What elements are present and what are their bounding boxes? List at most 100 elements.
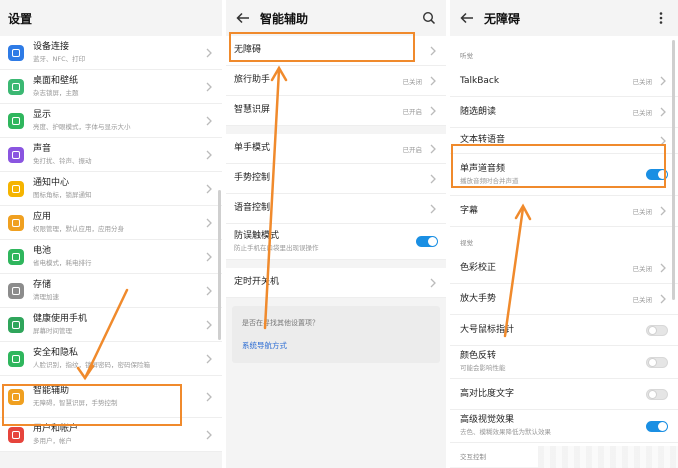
accessibility-header: 无障碍: [450, 0, 678, 36]
status-text: 已关闭: [632, 296, 653, 304]
item-subtitle: 省电模式，耗电排行: [33, 258, 92, 267]
chevron-right-icon: [430, 106, 436, 115]
chevron-right-icon: [660, 206, 666, 216]
chevron-right-icon: [206, 392, 212, 401]
settings-item-security[interactable]: 安全和隐私 人脸识别，指纹，锁屏密码，密码保险箱: [0, 342, 222, 376]
chevron-right-icon: [206, 320, 212, 329]
settings-item-storage[interactable]: 存储 清理加速: [0, 274, 222, 308]
item-subtitle: 无障碍，智慧识屏，手势控制: [33, 398, 118, 407]
text-to-speech-item[interactable]: 文本转语音: [450, 128, 678, 154]
item-title: 文本转语音: [460, 135, 506, 145]
chevron-right-icon: [206, 116, 212, 125]
back-arrow-icon[interactable]: [458, 9, 476, 27]
item-subtitle: 权限管理，默认应用，应用分身: [33, 224, 124, 233]
color-inversion-item[interactable]: 颜色反转 可能会影响性能: [450, 346, 678, 379]
item-title: 用户和帐户: [33, 423, 79, 434]
search-icon[interactable]: [420, 9, 438, 27]
item-title: 智能辅助: [33, 385, 70, 396]
item-subtitle: 清理加速: [33, 292, 59, 301]
status-text: 已开启: [402, 145, 423, 154]
item-title: 防误触模式: [234, 230, 280, 241]
item-title: 应用: [33, 211, 52, 222]
item-title: 电池: [33, 245, 52, 256]
settings-item-wallpaper[interactable]: 桌面和壁纸 杂志锁屏，主题: [0, 70, 222, 104]
item-title: 无障碍: [234, 45, 262, 55]
item-subtitle: 人脸识别，指纹，锁屏密码，密码保险箱: [33, 360, 150, 369]
chevron-right-icon: [430, 278, 436, 287]
system-navigation-link[interactable]: 系统导航方式: [242, 340, 430, 351]
page-title: 设置: [8, 11, 33, 26]
smart-screen-item[interactable]: 智慧识屏 已开启: [226, 96, 446, 126]
advanced-visual-item[interactable]: 高级视觉效果 去色、模糊效果降低为默认效果: [450, 410, 678, 443]
gesture-control-item[interactable]: 手势控制: [226, 164, 446, 194]
status-text: 已开启: [402, 107, 423, 116]
apps-icon: [8, 214, 24, 231]
anti-touch-toggle[interactable]: [416, 236, 438, 247]
chevron-right-icon: [430, 46, 436, 55]
settings-item-battery[interactable]: 电池省电模式，耗电排行: [0, 240, 222, 274]
settings-item-smart-assist[interactable]: 智能辅助无障碍，智慧识屏，手势控制: [0, 376, 222, 418]
select-to-speak-item[interactable]: 随选朗读 已关闭: [450, 97, 678, 128]
magnification-item[interactable]: 放大手势 已关闭: [450, 284, 678, 315]
item-title: 放大手势: [460, 293, 497, 304]
item-title: 随选朗读: [460, 106, 497, 117]
settings-header: 设置: [0, 0, 222, 36]
hourglass-icon: [8, 316, 24, 333]
smart-assist-list-2: 单手模式 已开启 手势控制 语音控制 防误触模式防止手机在口袋里出现误操作: [226, 134, 446, 260]
chevron-right-icon: [660, 107, 666, 117]
item-title: 手势控制: [234, 173, 271, 183]
mono-audio-item[interactable]: 单声道音频 播放音频时合并声道: [450, 154, 678, 196]
page-title: 智能辅助: [260, 11, 309, 26]
advanced-visual-toggle[interactable]: [646, 420, 668, 432]
scrollbar[interactable]: [672, 40, 675, 300]
chevron-right-icon: [206, 82, 212, 91]
item-title: 智慧识屏: [234, 105, 271, 115]
high-contrast-text-item[interactable]: 高对比度文字: [450, 379, 678, 410]
settings-item-sound[interactable]: 声音 免打扰、铃声、振动: [0, 138, 222, 172]
notification-icon: [8, 180, 24, 197]
scrollbar[interactable]: [218, 190, 221, 340]
mono-audio-toggle[interactable]: [646, 169, 668, 180]
item-subtitle: 亮度、护眼模式，字体与显示大小: [33, 122, 131, 131]
large-pointer-item[interactable]: 大号鼠标指针: [450, 315, 678, 346]
item-title: 声音: [33, 143, 52, 154]
talkback-item[interactable]: TalkBack 已关闭: [450, 66, 678, 97]
item-title: 设备连接: [33, 41, 70, 52]
large-pointer-toggle[interactable]: [646, 324, 668, 336]
item-title: 单手模式: [234, 143, 271, 153]
sound-icon: [8, 146, 24, 163]
settings-panel: 设置 设备连接 蓝牙、NFC、打印 桌面和壁纸 杂志锁屏，主题 显示 亮度、护眼模式，…: [0, 0, 222, 468]
travel-assistant-item[interactable]: 旅行助手 已关闭: [226, 66, 446, 96]
accessibility-item[interactable]: 无障碍: [226, 36, 446, 66]
item-title: 存储: [33, 279, 52, 290]
one-hand-mode-item[interactable]: 单手模式 已开启: [226, 134, 446, 164]
settings-item-device-connect[interactable]: 设备连接 蓝牙、NFC、打印: [0, 36, 222, 70]
section-vision: 视觉: [450, 227, 678, 253]
status-text: 已关闭: [632, 109, 653, 117]
settings-list: 设备连接 蓝牙、NFC、打印 桌面和壁纸 杂志锁屏，主题 显示 亮度、护眼模式，字体与…: [0, 36, 222, 452]
settings-item-users[interactable]: 用户和帐户多用户，帐户: [0, 418, 222, 452]
settings-item-apps[interactable]: 应用权限管理，默认应用，应用分身: [0, 206, 222, 240]
settings-item-display[interactable]: 显示 亮度、护眼模式，字体与显示大小: [0, 104, 222, 138]
high-contrast-toggle[interactable]: [646, 388, 668, 400]
chevron-right-icon: [430, 76, 436, 85]
color-inversion-toggle[interactable]: [646, 356, 668, 368]
chevron-right-icon: [206, 252, 212, 261]
settings-item-notification[interactable]: 通知中心 图标角标，锁屏通知: [0, 172, 222, 206]
captions-item[interactable]: 字幕 已关闭: [450, 196, 678, 227]
item-subtitle: 防止手机在口袋里出现误操作: [234, 243, 319, 252]
hand-icon: [8, 388, 24, 405]
voice-control-item[interactable]: 语音控制: [226, 194, 446, 224]
anti-touch-item[interactable]: 防误触模式防止手机在口袋里出现误操作: [226, 224, 446, 260]
settings-item-digital-balance[interactable]: 健康使用手机 屏幕时间管理: [0, 308, 222, 342]
color-correction-item[interactable]: 色彩校正 已关闭: [450, 253, 678, 284]
item-subtitle: 多用户，帐户: [33, 436, 72, 445]
chevron-right-icon: [206, 218, 212, 227]
more-options-icon[interactable]: [652, 9, 670, 27]
scheduled-power-item[interactable]: 定时开关机: [226, 268, 446, 298]
chevron-right-icon: [660, 76, 666, 86]
page-title: 无障碍: [484, 11, 521, 26]
item-subtitle: 图标角标，锁屏通知: [33, 190, 92, 199]
back-arrow-icon[interactable]: [234, 9, 252, 27]
chevron-right-icon: [430, 144, 436, 153]
